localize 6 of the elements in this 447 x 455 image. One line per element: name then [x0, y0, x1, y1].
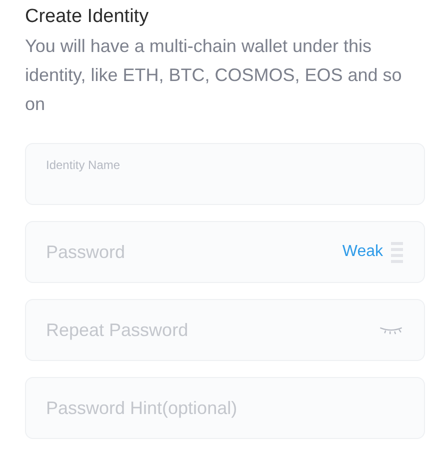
closed-eye-icon[interactable] [379, 326, 403, 334]
strength-label: Weak [342, 242, 383, 262]
field-label: Identity Name [46, 157, 120, 174]
page-title: Create Identity [25, 5, 150, 29]
input-field[interactable]: Identity Name [25, 143, 425, 205]
description: You will have a multi-chain wallet under this identity, like ETH, BTC, COSMOS, EOS and so on [25, 35, 403, 116]
